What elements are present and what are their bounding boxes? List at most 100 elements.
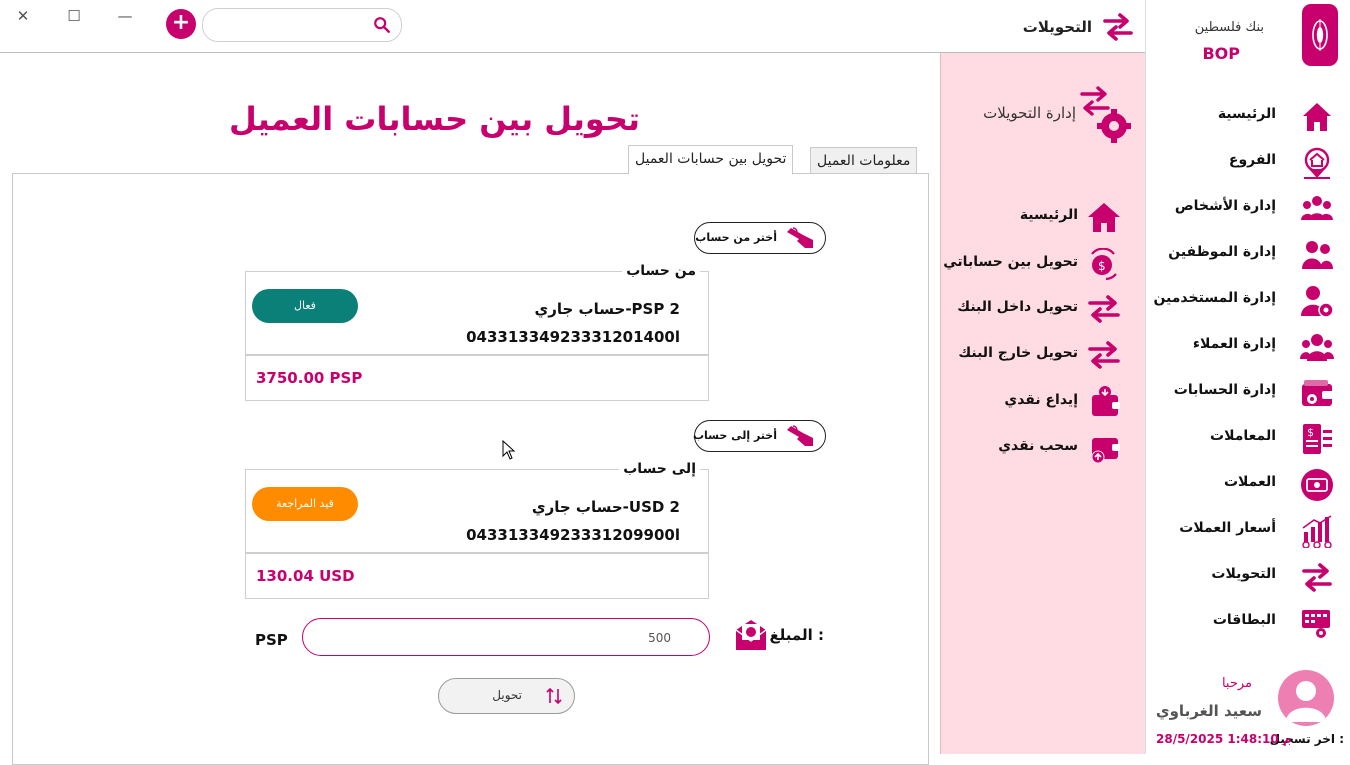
page-section-title: التحويلات bbox=[1022, 18, 1092, 36]
divider bbox=[246, 354, 708, 356]
status-badge: فعال bbox=[252, 289, 358, 323]
sidebar-item-label: إدارة الموظفين bbox=[1168, 244, 1276, 260]
tab-transfer-between-accounts[interactable]: تحويل بين حسابات العميل bbox=[628, 145, 794, 175]
user-avatar-icon bbox=[1286, 681, 1326, 722]
pick-button-label: أختر من حساب bbox=[695, 231, 777, 244]
employees-icon bbox=[1302, 241, 1333, 269]
add-button[interactable]: + bbox=[166, 9, 196, 39]
subpanel-item-label: إيداع نقدي bbox=[1004, 392, 1078, 408]
sidebar-item-label: التحويلات bbox=[1211, 566, 1276, 582]
transfer-arrows-icon bbox=[1302, 563, 1332, 592]
sidebar-item-transactions[interactable]: المعاملات $ bbox=[1145, 416, 1350, 462]
username: سعيد الغرباوي bbox=[1155, 702, 1262, 720]
amount-currency: PSP bbox=[255, 631, 288, 649]
bank-logo bbox=[1302, 4, 1338, 66]
amount-input[interactable] bbox=[323, 627, 673, 649]
to-account-legend: إلى حساب bbox=[619, 461, 700, 477]
cash-deposit-icon bbox=[1092, 386, 1120, 416]
minimize-icon[interactable]: — bbox=[114, 6, 136, 26]
svg-text:$: $ bbox=[1307, 426, 1314, 439]
to-account-name: حساب جاري-USD 2 bbox=[531, 498, 680, 516]
subpanel-item-label: الرئيسية bbox=[1019, 207, 1078, 223]
sidebar-item-label: الرئيسية bbox=[1217, 106, 1276, 122]
search-input[interactable] bbox=[215, 15, 369, 35]
branch-location-icon bbox=[1304, 147, 1330, 179]
from-account-number: 04331334923331201400l bbox=[466, 328, 680, 346]
sidebar-item-currencies[interactable]: العملات bbox=[1145, 462, 1350, 508]
sidebar-item-home[interactable]: الرئيسية bbox=[1145, 94, 1350, 140]
pick-from-account-button[interactable]: أختر من حساب bbox=[694, 222, 826, 254]
people-group-icon bbox=[1301, 196, 1333, 220]
pick-button-label: أختر إلى حساب bbox=[692, 429, 777, 442]
transactions-icon: $ bbox=[1303, 424, 1332, 454]
transfer-arrows-icon bbox=[1103, 13, 1133, 41]
sidebar-item-cards[interactable]: البطاقات bbox=[1145, 600, 1350, 646]
subpanel-item-label: تحويل بين حساباتي bbox=[943, 254, 1078, 270]
from-account-balance: 3750.00 PSP bbox=[256, 369, 363, 387]
sidebar-item-label: إدارة الأشخاص bbox=[1174, 198, 1276, 214]
money-envelope-icon bbox=[735, 620, 767, 650]
status-badge: قيد المراجعة bbox=[252, 487, 358, 521]
page-title: تحويل بين حسابات العميل bbox=[229, 100, 640, 138]
svg-text:$: $ bbox=[1098, 259, 1106, 273]
sidebar-item-label: إدارة العملاء bbox=[1192, 336, 1276, 352]
sidebar-item-label: إدارة الحسابات bbox=[1173, 382, 1276, 398]
clients-icon bbox=[1300, 334, 1334, 361]
sidebar-item-label: أسعار العملات bbox=[1179, 520, 1276, 536]
wallet-settings-icon bbox=[1302, 380, 1333, 406]
amount-label: المبلغ : bbox=[769, 626, 824, 644]
subpanel-item-cash-withdraw[interactable]: سحب نقدي bbox=[942, 428, 1142, 468]
hand-pointer-icon bbox=[787, 227, 813, 248]
subpanel-item-between-my-accounts[interactable]: تحويل بين حساباتي $ bbox=[942, 244, 1142, 284]
home-icon bbox=[1088, 203, 1120, 232]
to-account-card: إلى حساب حساب جاري-USD 2 043313349233312… bbox=[245, 461, 709, 599]
subpanel-item-cash-deposit[interactable]: إيداع نقدي bbox=[942, 382, 1142, 422]
transfer-button[interactable]: تحويل bbox=[438, 678, 575, 714]
from-account-name: حساب جاري-PSP 2 bbox=[534, 300, 680, 318]
subpanel-item-outside-bank[interactable]: تحويل خارج البنك bbox=[942, 335, 1142, 375]
amount-field[interactable] bbox=[302, 618, 710, 656]
search-box[interactable] bbox=[202, 8, 402, 42]
sidebar-item-clients[interactable]: إدارة العملاء bbox=[1145, 324, 1350, 370]
search-icon[interactable] bbox=[373, 16, 391, 34]
sidebar-item-label: الفروع bbox=[1228, 152, 1276, 168]
mouse-cursor-icon bbox=[502, 440, 516, 460]
sidebar-item-label: العملات bbox=[1223, 474, 1276, 490]
close-icon[interactable]: ✕ bbox=[12, 6, 34, 26]
maximize-icon[interactable]: ☐ bbox=[63, 6, 85, 26]
to-account-balance: 130.04 USD bbox=[256, 567, 355, 585]
subpanel-item-label: سحب نقدي bbox=[998, 438, 1078, 454]
sidebar-item-branches[interactable]: الفروع bbox=[1145, 140, 1350, 186]
cards-icon bbox=[1302, 610, 1330, 638]
sidebar-item-label: إدارة المستخدمين bbox=[1153, 290, 1276, 306]
sidebar-item-accounts[interactable]: إدارة الحسابات bbox=[1145, 370, 1350, 416]
sidebar-item-users[interactable]: إدارة المستخدمين bbox=[1145, 278, 1350, 324]
money-exchange-icon: $ bbox=[1091, 248, 1117, 280]
sidebar-item-employees[interactable]: إدارة الموظفين bbox=[1145, 232, 1350, 278]
transfer-arrows-icon bbox=[1088, 295, 1120, 323]
sidebar-item-exchange-rates[interactable]: أسعار العملات bbox=[1145, 508, 1350, 554]
welcome-text: مرحبا bbox=[1221, 676, 1252, 691]
bank-name: بنك فلسطين bbox=[1194, 20, 1264, 35]
user-settings-icon bbox=[1301, 286, 1334, 318]
avatar[interactable] bbox=[1278, 670, 1334, 726]
from-account-legend: من حساب bbox=[622, 263, 700, 279]
sidebar-item-label: المعاملات bbox=[1210, 428, 1276, 444]
subpanel-item-inside-bank[interactable]: تحويل داخل البنك bbox=[942, 289, 1142, 329]
last-login-value: 28/5/2025 1:48:10 م bbox=[1156, 732, 1292, 746]
sidebar-item-people[interactable]: إدارة الأشخاص bbox=[1145, 186, 1350, 232]
tab-client-info[interactable]: معلومات العميل bbox=[810, 147, 918, 175]
to-account-number: 04331334923331209900l bbox=[466, 526, 680, 544]
currency-icon bbox=[1301, 469, 1333, 501]
transfer-arrows-icon bbox=[1088, 341, 1120, 369]
transfer-settings-icon bbox=[1080, 86, 1131, 143]
swap-vertical-icon bbox=[546, 687, 562, 705]
pick-to-account-button[interactable]: أختر إلى حساب bbox=[692, 420, 826, 452]
subpanel-item-home[interactable]: الرئيسية bbox=[942, 197, 1142, 237]
subpanel-title: إدارة التحويلات bbox=[983, 104, 1076, 122]
exchange-rates-icon bbox=[1302, 515, 1332, 548]
subpanel-item-label: تحويل داخل البنك bbox=[957, 299, 1078, 315]
sidebar-item-label: البطاقات bbox=[1212, 612, 1276, 628]
sidebar-item-transfers[interactable]: التحويلات bbox=[1145, 554, 1350, 600]
home-icon bbox=[1303, 103, 1331, 131]
